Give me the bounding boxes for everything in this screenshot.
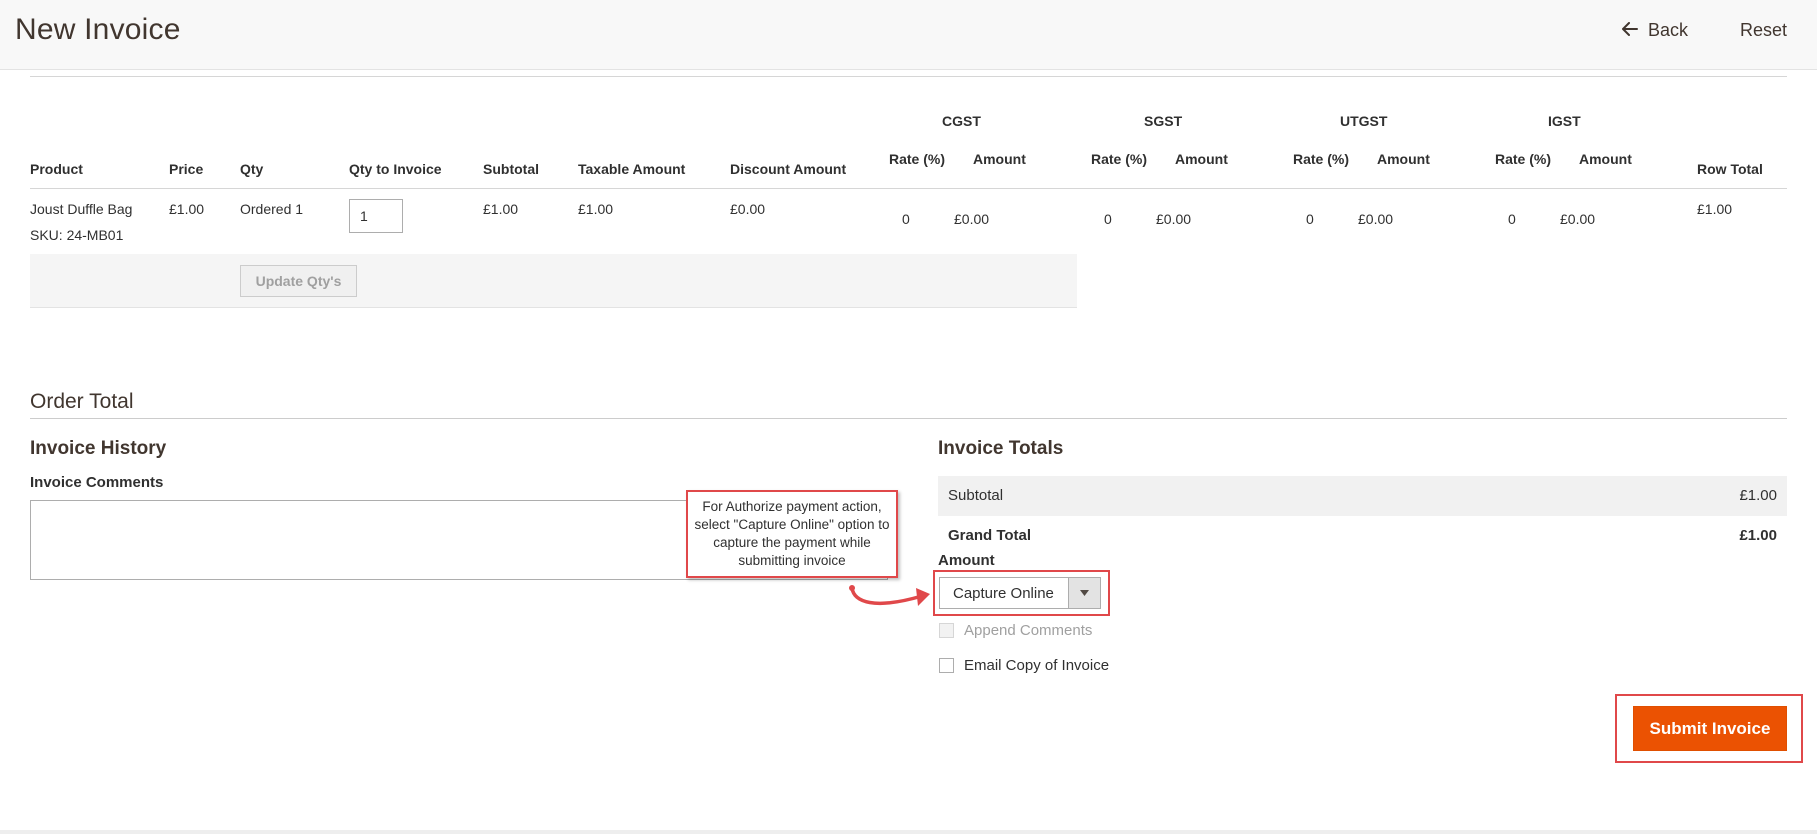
row-total: £1.00	[1697, 201, 1733, 217]
capture-amount-value: Capture Online	[953, 585, 1054, 602]
col-header-cgst-amount: Amount	[973, 151, 1026, 167]
product-qty-ordered: Ordered 1	[240, 201, 304, 217]
back-button[interactable]: Back	[1622, 20, 1688, 41]
invoice-history-title: Invoice History	[30, 438, 167, 459]
row-taxable-amount: £1.00	[578, 201, 614, 217]
col-header-utgst-rate: Rate (%)	[1293, 151, 1350, 167]
col-header-subtotal: Subtotal	[483, 161, 539, 177]
col-header-sgst-amount: Amount	[1175, 151, 1228, 167]
col-header-product: Product	[30, 161, 83, 177]
col-header-row-total: Row Total	[1697, 161, 1763, 177]
grand-total-value: £1.00	[1739, 527, 1777, 544]
subtotal-row: Subtotal £1.00	[938, 476, 1787, 516]
sgst-rate: 0	[1104, 211, 1112, 227]
table-header-divider	[30, 188, 1787, 189]
tax-group-sgst: SGST	[1144, 113, 1183, 129]
sgst-amount: £0.00	[1156, 211, 1192, 227]
row-discount-amount: £0.00	[730, 201, 766, 217]
page-header: New Invoice Back Reset	[0, 0, 1817, 70]
subtotal-value: £1.00	[1739, 487, 1777, 504]
cgst-amount: £0.00	[954, 211, 990, 227]
invoice-comments-label: Invoice Comments	[30, 474, 164, 491]
igst-rate: 0	[1508, 211, 1516, 227]
product-price: £1.00	[169, 201, 205, 217]
utgst-rate: 0	[1306, 211, 1314, 227]
back-button-label: Back	[1648, 20, 1689, 40]
tax-group-cgst: CGST	[942, 113, 981, 129]
amount-label: Amount	[938, 552, 995, 569]
chevron-down-icon	[1068, 578, 1100, 608]
reset-button[interactable]: Reset	[1740, 20, 1787, 41]
annotation-arrow	[849, 585, 930, 606]
submit-invoice-button[interactable]: Submit Invoice	[1633, 706, 1787, 751]
capture-amount-select[interactable]: Capture Online	[939, 577, 1101, 609]
order-total-title: Order Total	[30, 390, 134, 413]
page-title: New Invoice	[15, 13, 181, 46]
igst-amount: £0.00	[1560, 211, 1596, 227]
tax-group-igst: IGST	[1548, 113, 1581, 129]
utgst-amount: £0.00	[1358, 211, 1394, 227]
arrow-left-icon	[1622, 20, 1638, 41]
invoice-totals-title: Invoice Totals	[938, 438, 1064, 459]
email-copy-label: Email Copy of Invoice	[964, 657, 1110, 674]
subtotal-label: Subtotal	[948, 487, 1004, 504]
grand-total-label: Grand Total	[948, 527, 1032, 544]
append-comments-label: Append Comments	[964, 622, 1093, 639]
product-sku: SKU: 24-MB01	[30, 227, 124, 243]
divider	[30, 76, 1787, 77]
col-header-igst-amount: Amount	[1579, 151, 1632, 167]
append-comments-checkbox[interactable]	[939, 623, 954, 638]
col-header-qty: Qty	[240, 161, 264, 177]
qty-to-invoice-input[interactable]	[349, 199, 403, 233]
annotation-callout: For Authorize payment action, select "Ca…	[686, 490, 898, 578]
col-header-discount-amount: Discount Amount	[730, 161, 847, 177]
callout-text: For Authorize payment action, select "Ca…	[694, 499, 890, 568]
tax-group-utgst: UTGST	[1340, 113, 1388, 129]
update-qty-bar	[30, 254, 1077, 308]
col-header-utgst-amount: Amount	[1377, 151, 1430, 167]
footer-divider	[0, 830, 1817, 834]
col-header-sgst-rate: Rate (%)	[1091, 151, 1148, 167]
cgst-rate: 0	[902, 211, 910, 227]
col-header-taxable-amount: Taxable Amount	[578, 161, 686, 177]
product-name: Joust Duffle Bag	[30, 201, 133, 217]
email-copy-checkbox[interactable]	[939, 658, 954, 673]
row-subtotal: £1.00	[483, 201, 519, 217]
col-header-igst-rate: Rate (%)	[1495, 151, 1552, 167]
col-header-price: Price	[169, 161, 204, 177]
update-qtys-button[interactable]: Update Qty's	[240, 265, 357, 297]
divider	[30, 418, 1787, 419]
col-header-qty-to-invoice: Qty to Invoice	[349, 161, 442, 177]
col-header-cgst-rate: Rate (%)	[889, 151, 946, 167]
